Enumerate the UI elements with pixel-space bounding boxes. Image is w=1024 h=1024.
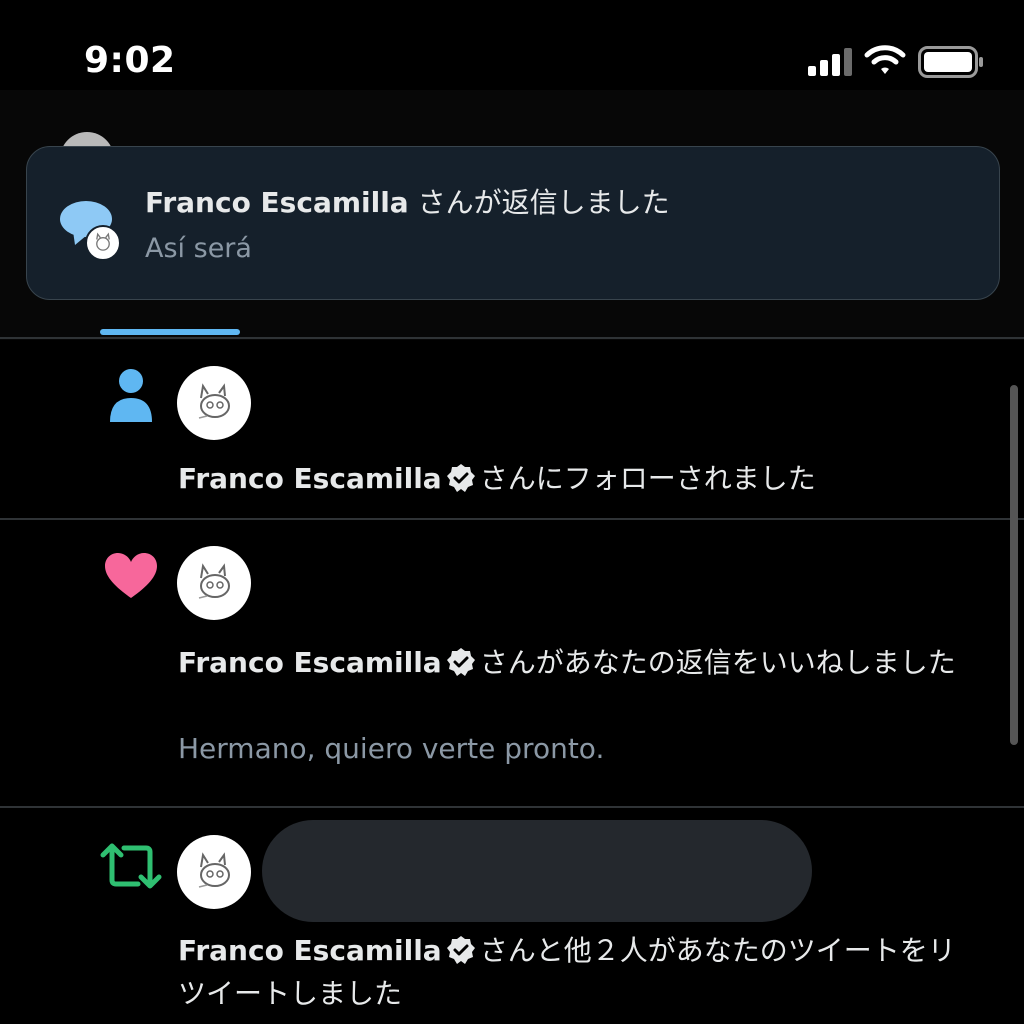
person-icon — [110, 369, 152, 422]
user-name[interactable]: Franco Escamilla — [178, 934, 442, 967]
notification-action-text: さんがあなたの返信をいいねしました — [479, 646, 956, 679]
active-tab-indicator — [100, 329, 240, 335]
wifi-icon — [864, 45, 906, 74]
avatar[interactable] — [177, 546, 251, 620]
user-name[interactable]: Franco Escamilla — [178, 462, 442, 495]
avatar[interactable] — [177, 835, 251, 909]
redacted-avatars — [262, 820, 812, 922]
status-time: 9:02 — [84, 40, 176, 81]
divider — [0, 337, 1024, 339]
scrollbar[interactable] — [1010, 385, 1018, 745]
cat-drawing-icon — [198, 852, 230, 888]
reply-toast[interactable]: Franco Escamilla さんが返信しました Así será — [26, 146, 1000, 300]
notification-action-text: さんにフォローされました — [479, 462, 816, 495]
cat-drawing-icon — [198, 563, 230, 599]
verified-badge-icon — [446, 936, 475, 964]
battery-icon — [918, 46, 983, 78]
toast-user-name: Franco Escamilla — [145, 186, 409, 219]
avatar[interactable] — [177, 366, 251, 440]
toast-action-text: さんが返信しました — [417, 186, 670, 219]
toast-title: Franco Escamilla さんが返信しました — [145, 181, 670, 221]
verified-badge-icon — [446, 464, 475, 492]
divider — [0, 518, 1024, 520]
divider — [0, 806, 1024, 808]
notification-text: Franco Escamilla さんと他２人があなたのツイートをリツイートしまし… — [178, 929, 978, 1015]
liked-reply-text[interactable]: Hermano, quiero verte pronto. — [178, 732, 604, 765]
notification-text: Franco Escamilla さんがあなたの返信をいいねしました — [178, 641, 968, 684]
heart-icon — [105, 553, 157, 598]
cat-drawing-icon — [96, 232, 110, 251]
cellular-signal-icon — [808, 48, 852, 76]
toast-reply-text: Así será — [145, 233, 252, 264]
toast-avatar — [85, 225, 121, 261]
retweet-icon — [100, 843, 162, 889]
cat-drawing-icon — [198, 383, 230, 419]
user-name[interactable]: Franco Escamilla — [178, 646, 442, 679]
verified-badge-icon — [446, 648, 475, 676]
notification-text: Franco Escamilla さんにフォローされました — [178, 457, 978, 500]
